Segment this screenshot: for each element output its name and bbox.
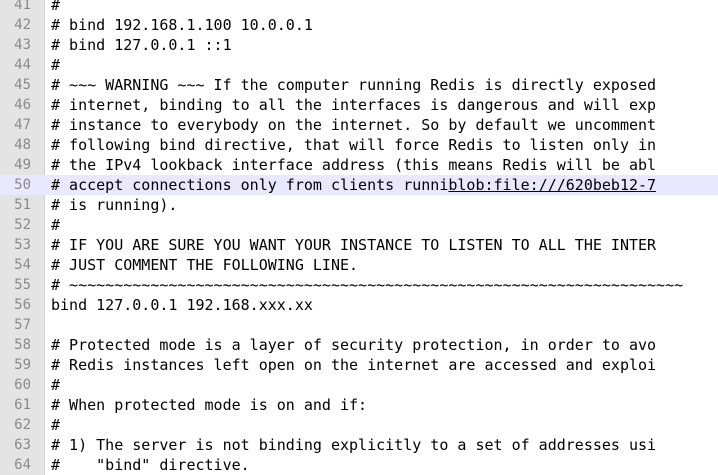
code-line[interactable]: 41 # (0, 0, 718, 15)
code-line[interactable]: 44 # (0, 55, 718, 75)
code-line[interactable]: 61 # When protected mode is on and if: (0, 395, 718, 415)
line-number: 44 (14, 57, 31, 73)
line-number: 43 (14, 37, 31, 53)
line-number: 49 (14, 157, 31, 173)
file-link[interactable]: blob:file:///620beb12-7 (448, 176, 656, 194)
line-text: # (51, 416, 61, 434)
code-lines: 41 # 42 # bind 192.168.1.100 10.0.0.1 43… (0, 0, 718, 475)
line-text: # When protected mode is on and if: (51, 396, 368, 414)
code-line[interactable]: 48 # following bind directive, that will… (0, 135, 718, 155)
line-number: 42 (14, 17, 31, 33)
code-line[interactable]: 45 # ~~~ WARNING ~~~ If the computer run… (0, 75, 718, 95)
code-line-current[interactable]: 50 # accept connections only from client… (0, 175, 718, 195)
text-editor[interactable]: 41 # 42 # bind 192.168.1.100 10.0.0.1 43… (0, 0, 718, 475)
line-text: # ~~~~~~~~~~~~~~~~~~~~~~~~~~~~~~~~~~~~~~… (51, 276, 684, 294)
code-line[interactable]: 55 # ~~~~~~~~~~~~~~~~~~~~~~~~~~~~~~~~~~~… (0, 275, 718, 295)
code-line[interactable]: 52 # (0, 215, 718, 235)
line-text: bind 127.0.0.1 192.168.xxx.xx (51, 296, 313, 314)
line-number: 59 (14, 357, 31, 373)
code-line[interactable]: 62 # (0, 415, 718, 435)
line-number: 58 (14, 337, 31, 353)
line-text: # is running). (51, 196, 178, 214)
line-text: # (51, 216, 61, 234)
code-line[interactable]: 59 # Redis instances left open on the in… (0, 355, 718, 375)
line-text: # internet, binding to all the interface… (51, 96, 657, 114)
line-text: # JUST COMMENT THE FOLLOWING LINE. (51, 256, 359, 274)
line-text: # "bind" directive. (51, 456, 250, 474)
code-line[interactable]: 64 # "bind" directive. (0, 455, 718, 475)
code-line[interactable]: 42 # bind 192.168.1.100 10.0.0.1 (0, 15, 718, 35)
line-number: 56 (14, 297, 31, 313)
line-number: 51 (14, 197, 31, 213)
code-line[interactable]: 58 # Protected mode is a layer of securi… (0, 335, 718, 355)
line-number: 41 (14, 0, 31, 13)
line-number: 61 (14, 397, 31, 413)
code-line[interactable]: 46 # internet, binding to all the interf… (0, 95, 718, 115)
code-line[interactable]: 54 # JUST COMMENT THE FOLLOWING LINE. (0, 255, 718, 275)
line-text: # instance to everybody on the internet.… (51, 116, 657, 134)
line-text: # Redis instances left open on the inter… (51, 356, 657, 374)
line-number: 57 (14, 317, 31, 333)
line-text: # Protected mode is a layer of security … (51, 336, 657, 354)
line-number: 48 (14, 137, 31, 153)
line-number: 52 (14, 217, 31, 233)
line-text: # accept connections only from clients r… (51, 175, 656, 195)
line-number: 50 (14, 177, 31, 193)
line-number: 62 (14, 417, 31, 433)
line-number: 55 (14, 277, 31, 293)
line-text: # (51, 56, 61, 74)
line-text: # (51, 0, 61, 14)
code-line[interactable]: 56 bind 127.0.0.1 192.168.xxx.xx (0, 295, 718, 315)
line-number: 53 (14, 237, 31, 253)
code-line[interactable]: 51 # is running). (0, 195, 718, 215)
line-text: # the IPv4 lookback interface address (t… (51, 156, 657, 174)
line-text-prefix: # accept connections only from clients r… (51, 176, 449, 194)
line-number: 46 (14, 97, 31, 113)
code-line[interactable]: 57 (0, 315, 718, 335)
code-line[interactable]: 47 # instance to everybody on the intern… (0, 115, 718, 135)
line-number: 47 (14, 117, 31, 133)
line-number: 54 (14, 257, 31, 273)
line-text: # 1) The server is not binding explicitl… (51, 436, 657, 454)
code-line[interactable]: 53 # IF YOU ARE SURE YOU WANT YOUR INSTA… (0, 235, 718, 255)
line-text: # (51, 376, 61, 394)
line-number: 60 (14, 377, 31, 393)
code-line[interactable]: 63 # 1) The server is not binding explic… (0, 435, 718, 455)
code-line[interactable]: 49 # the IPv4 lookback interface address… (0, 155, 718, 175)
line-text: # bind 127.0.0.1 ::1 (51, 36, 232, 54)
line-number: 45 (14, 77, 31, 93)
line-text: # IF YOU ARE SURE YOU WANT YOUR INSTANCE… (51, 236, 657, 254)
line-number: 64 (14, 457, 31, 473)
code-line[interactable]: 60 # (0, 375, 718, 395)
line-text: # ~~~ WARNING ~~~ If the computer runnin… (51, 76, 657, 94)
line-text: # following bind directive, that will fo… (51, 136, 657, 154)
code-line[interactable]: 43 # bind 127.0.0.1 ::1 (0, 35, 718, 55)
line-number: 63 (14, 437, 31, 453)
line-text: # bind 192.168.1.100 10.0.0.1 (51, 16, 313, 34)
